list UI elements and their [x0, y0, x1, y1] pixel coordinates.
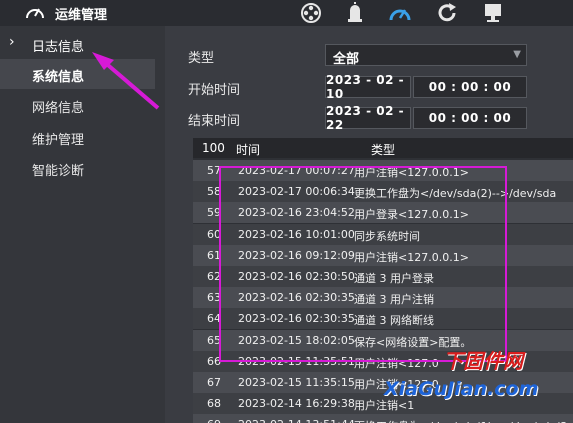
end-time-label: 结束时间: [188, 114, 241, 129]
row-number: 67: [207, 376, 221, 389]
app-title: 运维管理: [55, 8, 108, 23]
row-number: 68: [207, 397, 221, 411]
start-time-field[interactable]: 00 : 00 : 00: [413, 76, 527, 98]
sidebar-item-label: 系统信息: [32, 70, 85, 85]
sidebar-section-label: 日志信息: [32, 40, 85, 55]
log-table-header: 100 时间 类型: [193, 138, 573, 158]
watermark-url: XiaGuJian.com: [384, 378, 539, 400]
type-select[interactable]: 全部 ▼: [325, 44, 527, 67]
start-date-field[interactable]: 2023 - 02 - 10: [325, 73, 411, 101]
annotation-rectangle: [219, 166, 507, 362]
row-time: 2023-02-15 11:35:15: [238, 376, 355, 389]
type-select-value: 全部: [333, 52, 360, 67]
sidebar-item-maintenance[interactable]: 维护管理: [0, 122, 155, 152]
column-header-type: 类型: [371, 143, 396, 157]
column-header-count: 100: [202, 141, 225, 155]
sidebar-section-log-info[interactable]: › 日志信息: [0, 30, 165, 58]
film-reel-icon[interactable]: [296, 1, 326, 25]
sidebar-item-network-info[interactable]: 网络信息: [0, 90, 155, 120]
watermark-name: 下固件网: [443, 349, 523, 373]
row-number: 69: [207, 418, 221, 423]
monitor-icon[interactable]: [478, 1, 508, 25]
gauge-icon: [26, 8, 44, 19]
row-type: 更换工作盘为</dev/sda(1)-->/dev/sda(2...: [354, 418, 573, 423]
chevron-right-icon: ›: [9, 34, 15, 50]
gauge-icon[interactable]: [385, 1, 415, 25]
sidebar-item-label: 智能诊断: [32, 164, 85, 179]
column-header-time: 时间: [236, 143, 261, 157]
refresh-icon[interactable]: [432, 1, 462, 25]
chevron-down-icon: ▼: [513, 49, 521, 60]
row-time: 2023-02-14 13:51:44: [238, 418, 355, 423]
alarm-bell-icon[interactable]: [340, 1, 370, 25]
sidebar-item-system-info[interactable]: 系统信息: [0, 59, 155, 89]
sidebar: › 日志信息 系统信息 网络信息 维护管理 智能诊断: [0, 26, 165, 423]
type-label: 类型: [188, 51, 215, 66]
start-time-label: 开始时间: [188, 83, 241, 98]
sidebar-item-label: 维护管理: [32, 133, 85, 148]
table-row[interactable]: 69 2023-02-14 13:51:44更换工作盘为</dev/sda(1)-…: [193, 414, 573, 423]
top-bar: 运维管理: [0, 0, 573, 26]
row-time: 2023-02-14 16:29:38: [238, 397, 355, 411]
sidebar-item-label: 网络信息: [32, 101, 85, 116]
sidebar-item-diagnosis[interactable]: 智能诊断: [0, 153, 155, 183]
end-date-field[interactable]: 2023 - 02 - 22: [325, 104, 411, 132]
end-time-field[interactable]: 00 : 00 : 00: [413, 107, 527, 129]
